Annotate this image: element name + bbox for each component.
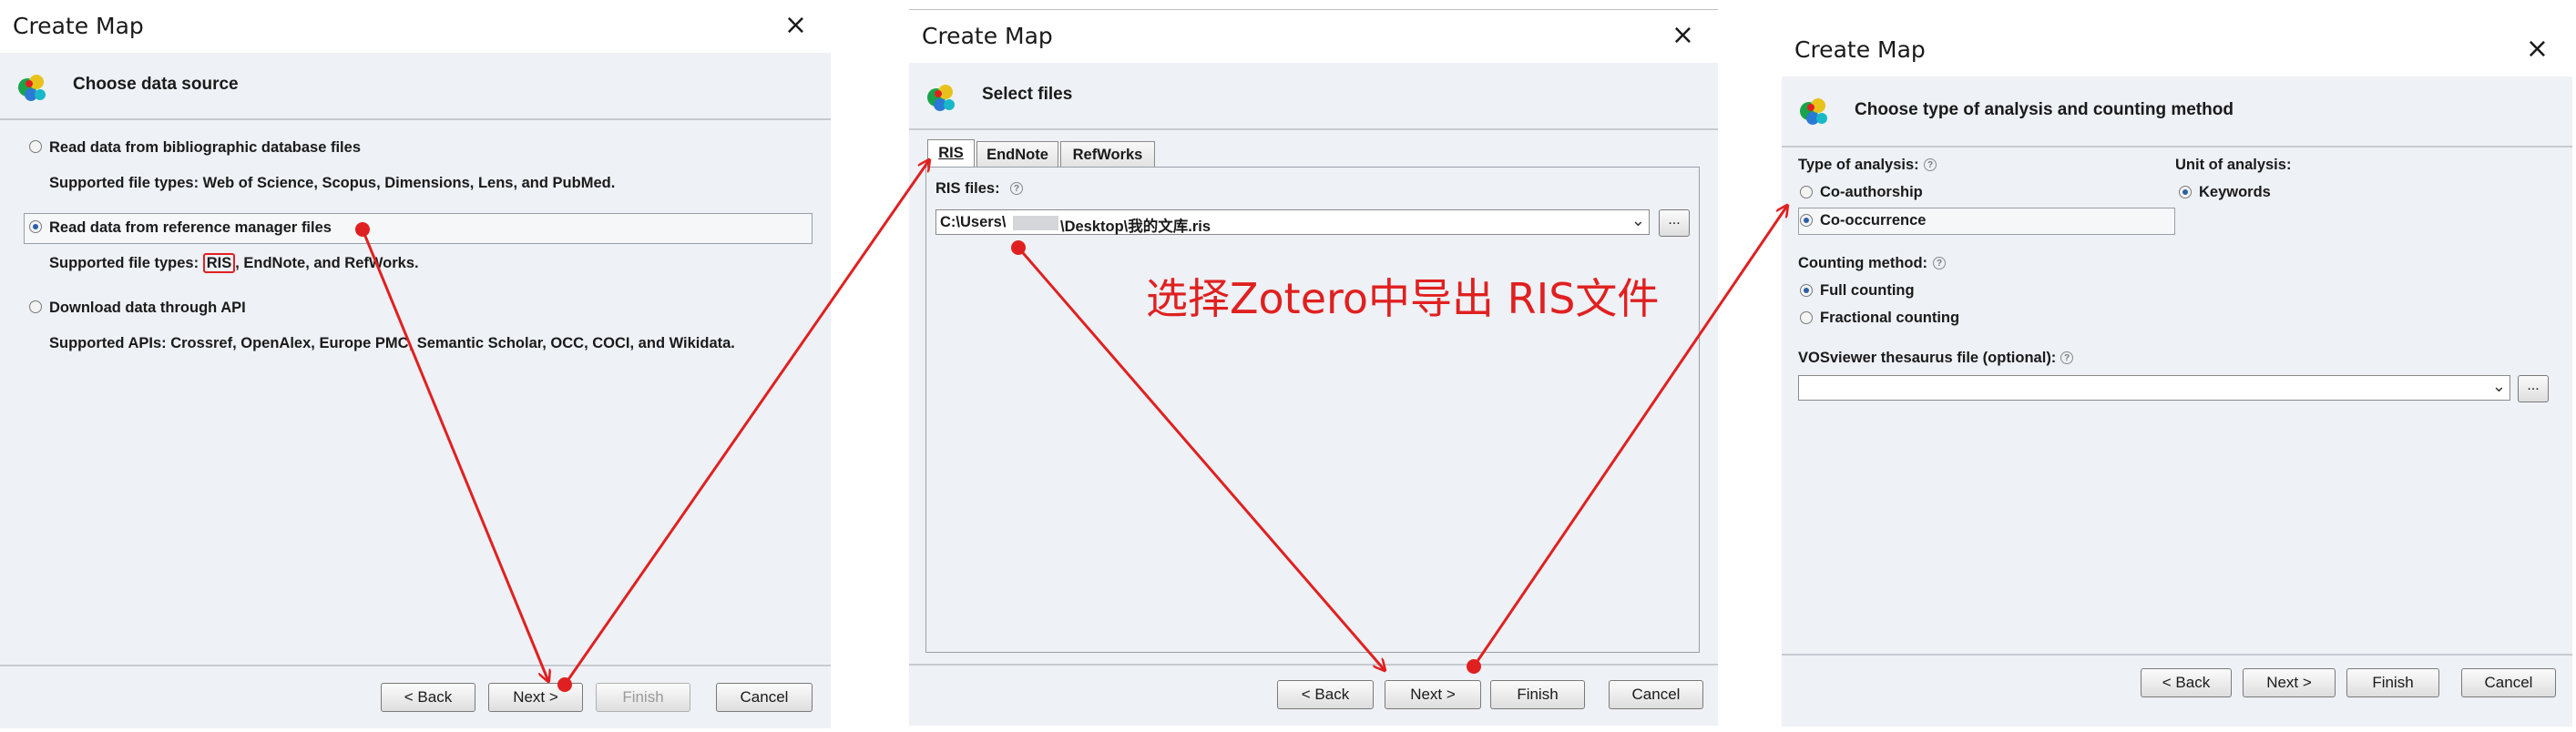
marker-dot bbox=[355, 222, 370, 237]
marker-dot bbox=[1467, 659, 1481, 674]
arrow-path-to-next bbox=[1017, 247, 1385, 670]
marker-dot bbox=[1011, 240, 1026, 255]
annotation-arrows bbox=[355, 0, 2576, 692]
arrow-option-to-next bbox=[361, 229, 548, 681]
arrow-next-to-analysis bbox=[1472, 206, 1787, 667]
marker-dot bbox=[557, 677, 572, 692]
arrow-next-to-ris-tab bbox=[563, 160, 929, 686]
